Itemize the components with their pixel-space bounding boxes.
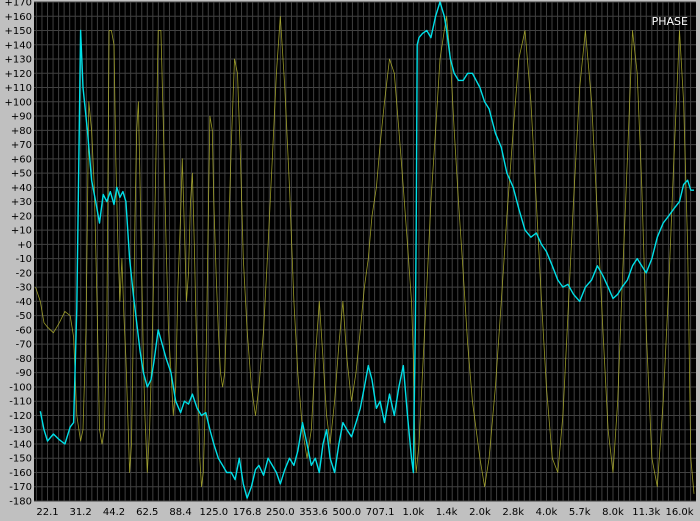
y-tick-label: +110 bbox=[5, 83, 32, 94]
y-tick-label: -80 bbox=[16, 354, 32, 365]
y-tick-label: +120 bbox=[5, 69, 32, 80]
chart-title: PHASE bbox=[652, 15, 688, 28]
y-tick-label: +150 bbox=[5, 26, 32, 37]
x-tick-label: 88.4 bbox=[169, 507, 191, 518]
y-tick-label: +170 bbox=[5, 0, 32, 9]
x-tick-label: 44.2 bbox=[103, 507, 125, 518]
y-tick-label: +30 bbox=[11, 197, 32, 208]
phase-chart: +170 +160 +150 +140 +130 +120 +110 +100 +90 +80 +7… bbox=[5, 0, 696, 518]
y-axis: +170 +160 +150 +140 +130 +120 +110 +100 +90 +80 +7… bbox=[5, 0, 32, 508]
y-tick-label: +100 bbox=[5, 97, 32, 108]
y-tick-label: +20 bbox=[11, 211, 32, 222]
y-tick-label: -150 bbox=[9, 454, 32, 465]
x-tick-label: 2.8k bbox=[502, 507, 524, 518]
phase-chart-window: +170 +160 +150 +140 +130 +120 +110 +100 +90 +80 +7… bbox=[0, 0, 700, 521]
x-tick-label: 62.5 bbox=[136, 507, 158, 518]
y-tick-label: -160 bbox=[9, 468, 32, 479]
x-tick-label: 16.0k bbox=[665, 507, 693, 518]
y-tick-label: -140 bbox=[9, 439, 32, 450]
y-tick-label: +70 bbox=[11, 140, 32, 151]
x-tick-label: 125.0 bbox=[199, 507, 228, 518]
x-tick-label: 5.7k bbox=[569, 507, 591, 518]
y-tick-label: -120 bbox=[9, 411, 32, 422]
x-tick-label: 1.0k bbox=[403, 507, 425, 518]
x-tick-label: 1.4k bbox=[436, 507, 458, 518]
y-tick-label: -60 bbox=[16, 325, 32, 336]
y-tick-label: +160 bbox=[5, 12, 32, 23]
x-tick-label: 22.1 bbox=[36, 507, 58, 518]
y-tick-label: -180 bbox=[9, 497, 32, 508]
x-tick-label: 353.6 bbox=[299, 507, 328, 518]
x-tick-label: 11.3k bbox=[632, 507, 660, 518]
y-tick-label: +140 bbox=[5, 40, 32, 51]
x-tick-label: 2.0k bbox=[469, 507, 491, 518]
y-tick-label: +10 bbox=[11, 226, 32, 237]
x-tick-label: 500.0 bbox=[333, 507, 362, 518]
y-tick-label: -10 bbox=[16, 254, 32, 265]
y-tick-label: +0 bbox=[17, 240, 32, 251]
x-axis: 22.1 31.2 44.2 62.5 88.4 125.0 176.8 250.0 353.6… bbox=[36, 507, 693, 518]
y-tick-label: -50 bbox=[16, 311, 32, 322]
y-tick-label: -40 bbox=[16, 297, 32, 308]
y-tick-label: +60 bbox=[11, 154, 32, 165]
x-tick-label: 31.2 bbox=[69, 507, 91, 518]
y-tick-label: +80 bbox=[11, 126, 32, 137]
y-tick-label: -130 bbox=[9, 425, 32, 436]
x-tick-label: 176.8 bbox=[233, 507, 262, 518]
y-tick-label: -90 bbox=[16, 368, 32, 379]
x-tick-label: 8.0k bbox=[602, 507, 624, 518]
y-tick-label: -70 bbox=[16, 340, 32, 351]
y-tick-label: +90 bbox=[11, 112, 32, 123]
y-tick-label: -30 bbox=[16, 283, 32, 294]
y-tick-label: +130 bbox=[5, 55, 32, 66]
y-tick-label: -20 bbox=[16, 268, 32, 279]
y-tick-label: -170 bbox=[9, 482, 32, 493]
x-tick-label: 4.0k bbox=[536, 507, 558, 518]
y-tick-label: -100 bbox=[9, 382, 32, 393]
x-tick-label: 250.0 bbox=[266, 507, 295, 518]
x-tick-label: 707.1 bbox=[366, 507, 395, 518]
y-tick-label: +50 bbox=[11, 169, 32, 180]
y-tick-label: -110 bbox=[9, 397, 32, 408]
y-tick-label: +40 bbox=[11, 183, 32, 194]
